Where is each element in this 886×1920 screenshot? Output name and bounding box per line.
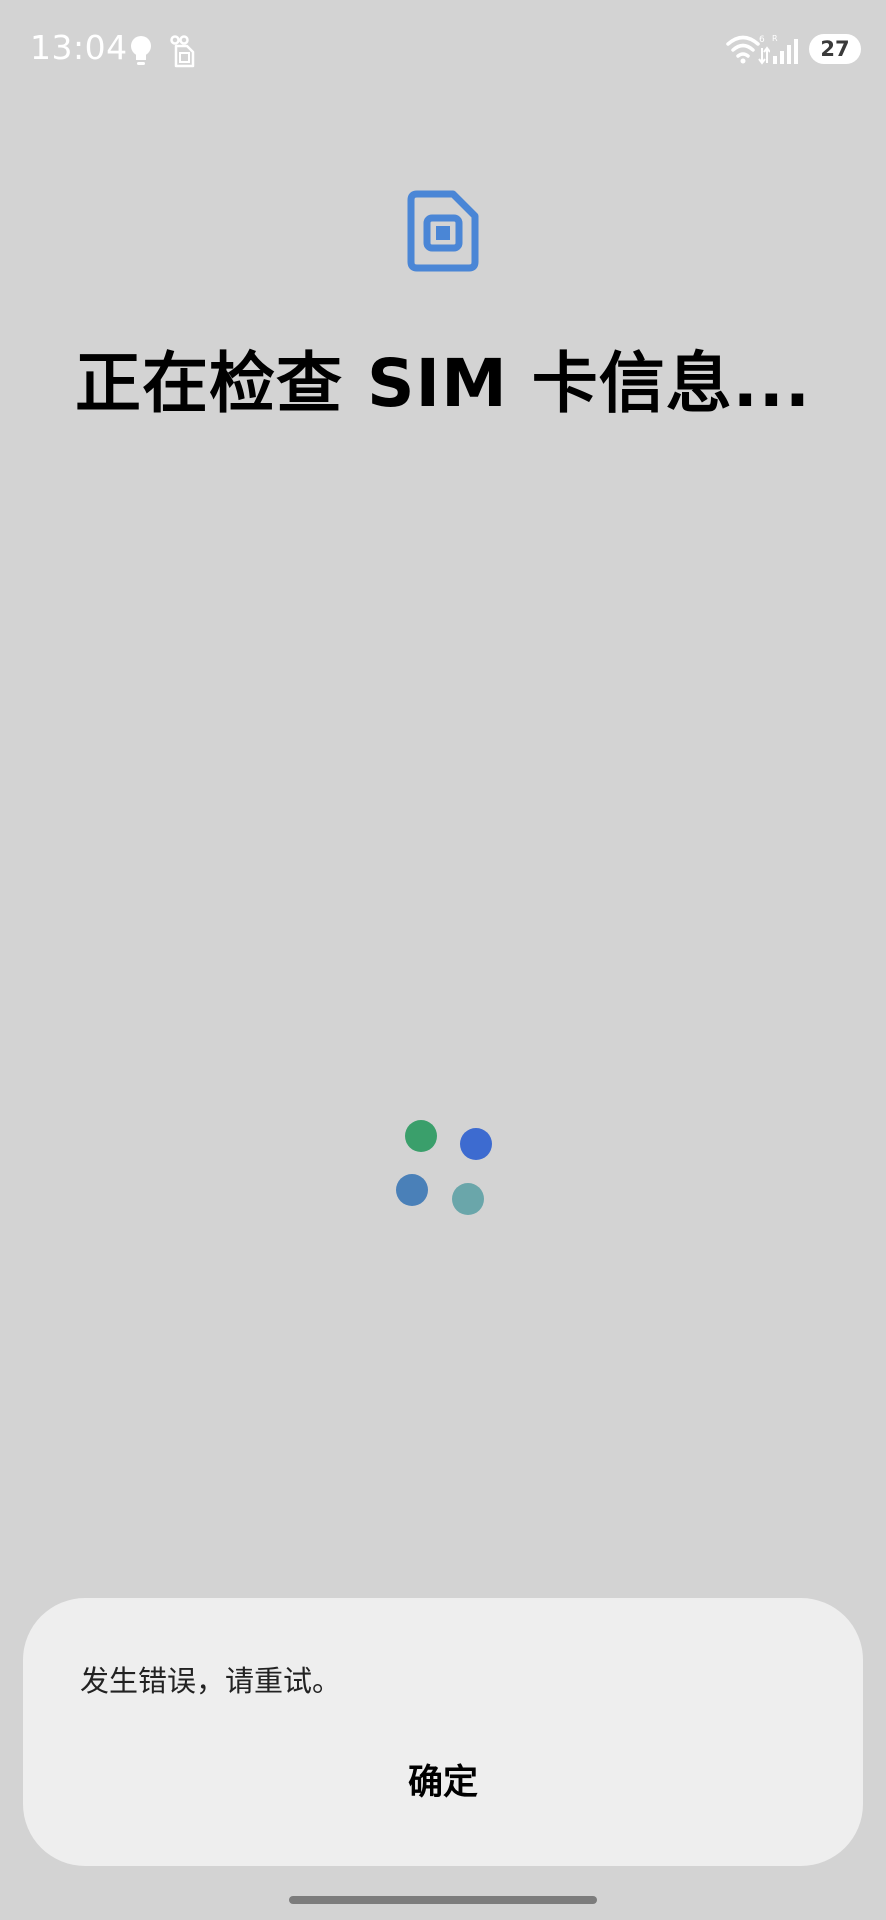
loader-dot	[460, 1128, 492, 1160]
home-indicator[interactable]	[289, 1896, 597, 1904]
battery-indicator: 27	[809, 34, 861, 64]
sim-card-small-icon	[167, 34, 197, 68]
loading-spinner	[390, 1110, 500, 1220]
loader-dot	[405, 1120, 437, 1152]
page-title: 正在检查 SIM 卡信息...	[75, 345, 811, 422]
confirm-button[interactable]: 确定	[343, 1748, 543, 1818]
status-time: 13:04	[30, 28, 128, 67]
dialog-message: 发生错误，请重试。	[80, 1664, 342, 1698]
error-dialog: 发生错误，请重试。 确定	[23, 1598, 863, 1866]
status-bar: 13:04 6 R 27	[0, 0, 886, 100]
svg-text:R: R	[772, 34, 778, 43]
loader-dot	[452, 1183, 484, 1215]
cell-signal-icon: R	[772, 32, 802, 66]
loader-dot	[396, 1174, 428, 1206]
wifi-icon: 6	[726, 32, 771, 66]
bulb-icon	[128, 34, 154, 68]
sim-card-icon	[407, 190, 479, 272]
svg-text:6: 6	[759, 35, 765, 45]
